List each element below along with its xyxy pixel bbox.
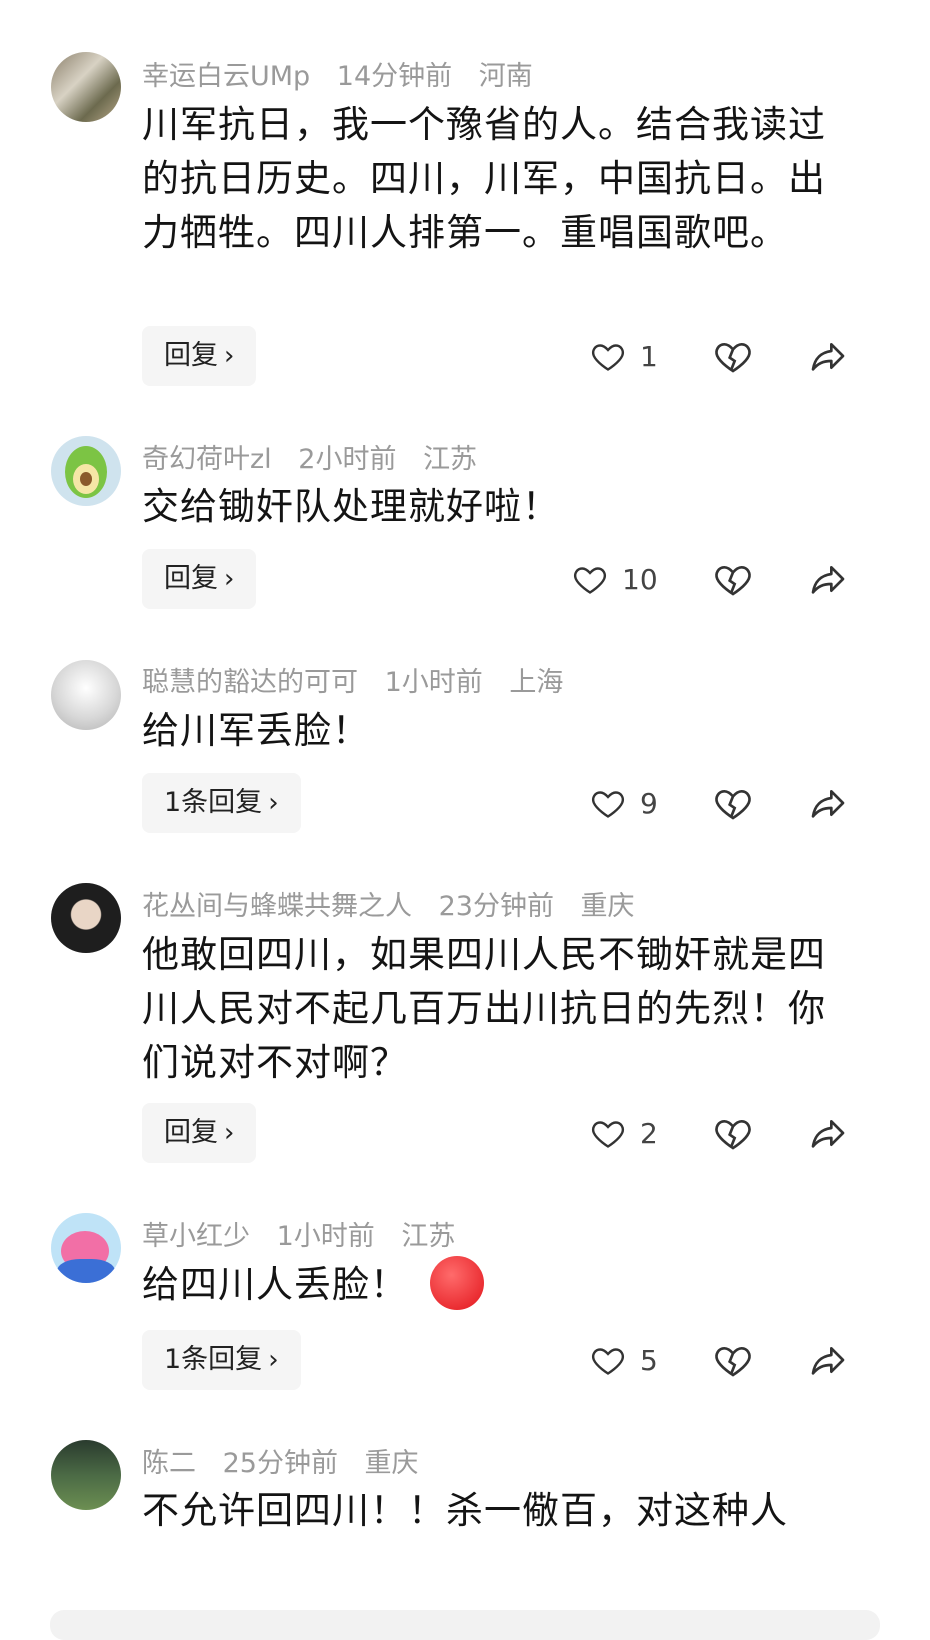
comment-text: 不允许回四川！！杀一儆百，对这种人 xyxy=(142,1489,788,1532)
broken-heart-icon[interactable] xyxy=(713,1340,753,1380)
location: 上海 xyxy=(509,667,564,698)
chevron-right-icon: › xyxy=(224,1118,235,1148)
location: 江苏 xyxy=(401,1221,456,1252)
like-count: 2 xyxy=(640,1116,658,1150)
username[interactable]: 幸运白云UMp xyxy=(142,61,310,92)
reply-label: 回复 xyxy=(164,340,218,371)
share-arrow-icon[interactable] xyxy=(808,559,848,599)
chevron-right-icon: › xyxy=(224,564,235,594)
comment-text: 交给锄奸队处理就好啦！ xyxy=(142,485,560,528)
timestamp: 23分钟前 xyxy=(438,891,554,922)
like-button[interactable]: 5 xyxy=(590,1330,658,1390)
timestamp: 2小时前 xyxy=(298,444,397,475)
broken-heart-icon[interactable] xyxy=(713,1113,753,1153)
comment-text: 给川军丢脸！ xyxy=(142,709,370,752)
avatar[interactable] xyxy=(51,1213,121,1283)
heart-outline-icon xyxy=(591,344,625,371)
heart-outline-icon xyxy=(591,1121,625,1148)
broken-heart-icon[interactable] xyxy=(713,559,753,599)
comment-text: 川军抗日，我一个豫省的人。结合我读过的抗日历史。四川，川军，中国抗日。出力牺牲。… xyxy=(142,103,826,254)
avatar[interactable] xyxy=(51,660,121,730)
like-count: 1 xyxy=(640,339,658,373)
avatar[interactable] xyxy=(51,52,121,122)
timestamp: 14分钟前 xyxy=(336,61,453,92)
like-count: 5 xyxy=(640,1343,658,1377)
reply-button[interactable]: 回复 › xyxy=(142,1103,257,1163)
username[interactable]: 草小红少 xyxy=(142,1221,250,1252)
username[interactable]: 花丛间与蜂蝶共舞之人 xyxy=(142,891,412,922)
reply-label: 回复 xyxy=(164,1117,218,1148)
like-button[interactable]: 1 xyxy=(590,326,658,386)
avatar[interactable] xyxy=(51,883,121,953)
timestamp: 1小时前 xyxy=(276,1221,375,1252)
location: 重庆 xyxy=(580,891,635,922)
reply-button[interactable]: 1条回复 › xyxy=(142,1330,301,1390)
chevron-right-icon: › xyxy=(268,788,279,818)
reply-label: 回复 xyxy=(164,563,218,594)
username[interactable]: 奇幻荷叶zl xyxy=(142,444,272,475)
bottom-bar xyxy=(50,1610,880,1640)
share-arrow-icon[interactable] xyxy=(808,1340,848,1380)
like-count: 9 xyxy=(640,786,658,820)
avatar[interactable] xyxy=(51,1440,121,1510)
heart-outline-icon xyxy=(591,791,625,818)
reply-label: 1条回复 xyxy=(164,787,263,818)
heart-outline-icon xyxy=(591,1348,625,1375)
timestamp: 25分钟前 xyxy=(222,1448,338,1479)
broken-heart-icon[interactable] xyxy=(713,336,753,376)
reply-label: 1条回复 xyxy=(164,1344,263,1375)
like-button[interactable]: 10 xyxy=(572,549,658,609)
like-button[interactable]: 9 xyxy=(590,773,658,833)
location: 江苏 xyxy=(423,444,478,475)
share-arrow-icon[interactable] xyxy=(808,783,848,823)
angry-face-emoji-icon xyxy=(430,1255,484,1310)
avatar[interactable] xyxy=(51,436,121,506)
broken-heart-icon[interactable] xyxy=(713,783,753,823)
username[interactable]: 陈二 xyxy=(142,1448,196,1479)
comment-text: 给四川人丢脸！ xyxy=(142,1263,408,1306)
like-count: 10 xyxy=(622,562,658,596)
like-button[interactable]: 2 xyxy=(590,1103,658,1163)
reply-button[interactable]: 回复 › xyxy=(142,549,257,609)
chevron-right-icon: › xyxy=(268,1345,279,1375)
location: 重庆 xyxy=(364,1448,419,1479)
chevron-right-icon: › xyxy=(224,341,235,371)
comment-text: 他敢回四川，如果四川人民不锄奸就是四川人民对不起几百万出川抗日的先烈！你们说对不… xyxy=(142,933,826,1084)
reply-button[interactable]: 回复 › xyxy=(142,326,257,386)
heart-outline-icon xyxy=(573,567,607,594)
share-arrow-icon[interactable] xyxy=(808,336,848,376)
share-arrow-icon[interactable] xyxy=(808,1113,848,1153)
location: 河南 xyxy=(478,61,533,92)
timestamp: 1小时前 xyxy=(384,667,483,698)
reply-button[interactable]: 1条回复 › xyxy=(142,773,301,833)
username[interactable]: 聪慧的豁达的可可 xyxy=(142,667,358,698)
